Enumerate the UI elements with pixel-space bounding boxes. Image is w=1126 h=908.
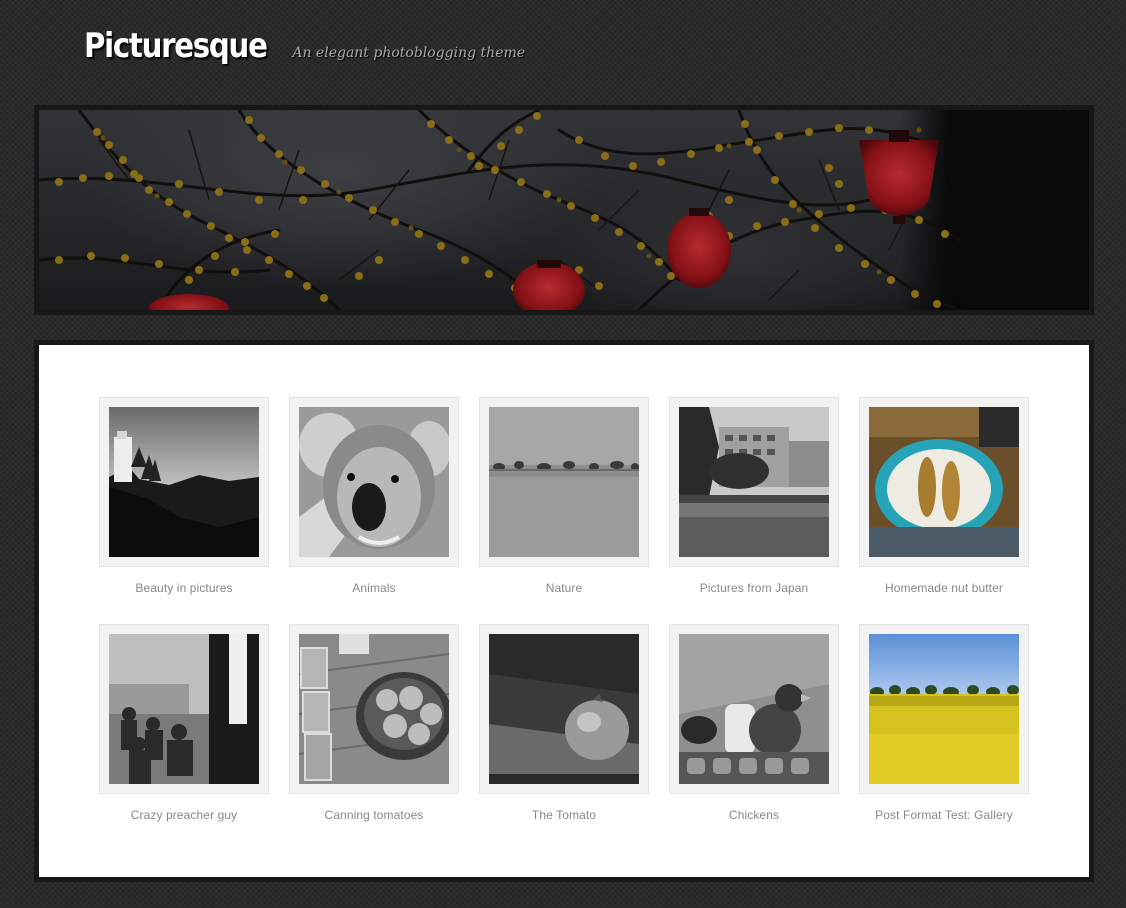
thumbnail-frame: [289, 624, 459, 794]
gallery-item-the-tomato[interactable]: The Tomato: [479, 624, 649, 822]
gallery-item-post-format-test-gallery[interactable]: Post Format Test: Gallery: [859, 624, 1029, 822]
gallery-panel: Beauty in pictures Animals Nature Pictur…: [39, 345, 1089, 877]
crowd-photo: [109, 634, 259, 784]
thumbnail-frame: [859, 624, 1029, 794]
content-panel: Beauty in pictures Animals Nature Pictur…: [34, 340, 1094, 882]
gallery-caption[interactable]: Post Format Test: Gallery: [859, 808, 1029, 822]
field-photo: [489, 407, 639, 557]
thumbnail-frame: [669, 624, 839, 794]
thumbnail-frame: [669, 397, 839, 567]
chick-photo: [679, 634, 829, 784]
header-banner: [34, 105, 1094, 315]
gallery-item-homemade-nut-butter[interactable]: Homemade nut butter: [859, 397, 1029, 595]
gallery-item-animals[interactable]: Animals: [289, 397, 459, 595]
gallery-item-nature[interactable]: Nature: [479, 397, 649, 595]
thumbnail-frame: [289, 397, 459, 567]
gallery-caption[interactable]: Nature: [479, 581, 649, 595]
gallery-item-crazy-preacher-guy[interactable]: Crazy preacher guy: [99, 624, 269, 822]
gallery-caption[interactable]: Pictures from Japan: [669, 581, 839, 595]
plate-photo: [869, 407, 1019, 557]
thumbnail-frame: [99, 624, 269, 794]
building-photo: [679, 407, 829, 557]
thumbnail-frame: [859, 397, 1029, 567]
gallery-caption[interactable]: Canning tomatoes: [289, 808, 459, 822]
gallery-caption[interactable]: The Tomato: [479, 808, 649, 822]
gallery-caption[interactable]: Animals: [289, 581, 459, 595]
gallery-caption[interactable]: Chickens: [669, 808, 839, 822]
koala-photo: [299, 407, 449, 557]
gallery-caption[interactable]: Homemade nut butter: [859, 581, 1029, 595]
blossom-lanterns-illustration: [39, 110, 1089, 310]
thumbnail-frame: [479, 624, 649, 794]
thumbnail-frame: [99, 397, 269, 567]
canola-field-photo: [869, 634, 1019, 784]
thumbnail-frame: [479, 397, 649, 567]
gallery-item-chickens[interactable]: Chickens: [669, 624, 839, 822]
banner-image: [39, 110, 1089, 310]
site-header: Picturesque An elegant photoblogging the…: [84, 26, 525, 76]
site-title[interactable]: Picturesque: [84, 26, 268, 66]
tomato-photo: [489, 634, 639, 784]
landscape-photo: [109, 407, 259, 557]
gallery-caption[interactable]: Beauty in pictures: [99, 581, 269, 595]
jars-photo: [299, 634, 449, 784]
gallery-item-pictures-from-japan[interactable]: Pictures from Japan: [669, 397, 839, 595]
site-tagline: An elegant photoblogging theme: [292, 45, 526, 61]
gallery-item-beauty-in-pictures[interactable]: Beauty in pictures: [99, 397, 269, 595]
gallery-caption[interactable]: Crazy preacher guy: [99, 808, 269, 822]
gallery-item-canning-tomatoes[interactable]: Canning tomatoes: [289, 624, 459, 822]
